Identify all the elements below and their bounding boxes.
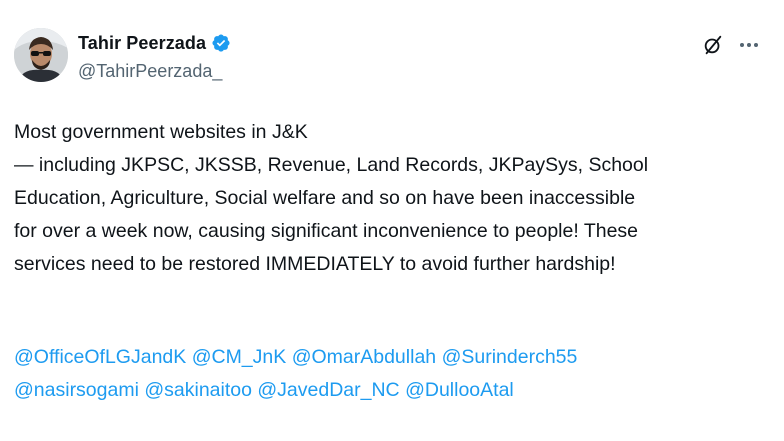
grok-icon[interactable] (702, 34, 724, 56)
mention-link[interactable]: @JavedDar_NC (257, 379, 399, 401)
author-info: Tahir Peerzada @TahirPeerzada_ (78, 31, 231, 82)
author-handle[interactable]: @TahirPeerzada_ (78, 61, 231, 82)
mention-link[interactable]: @nasirsogami (14, 379, 139, 401)
mention-link[interactable]: @DullooAtal (405, 379, 514, 401)
mentions-line-1: @OfficeOfLGJandK @CM_JnK @OmarAbdullah @… (14, 341, 774, 374)
mention-link[interactable]: @OfficeOfLGJandK (14, 346, 186, 368)
more-options-icon[interactable] (738, 34, 760, 56)
tweet-card: Tahir Peerzada @TahirPeerzada_ Most gove… (0, 0, 784, 441)
mention-link[interactable]: @CM_JnK (192, 346, 287, 368)
name-row: Tahir Peerzada (78, 31, 231, 55)
avatar-photo (14, 28, 68, 82)
tweet-body-text: Most government websites in J&K — includ… (14, 121, 649, 275)
author-avatar[interactable] (14, 28, 68, 82)
tweet-mentions: @OfficeOfLGJandK @CM_JnK @OmarAbdullah @… (14, 341, 774, 407)
author-display-name[interactable]: Tahir Peerzada (78, 33, 206, 54)
mention-link[interactable]: @OmarAbdullah (292, 346, 436, 368)
verified-badge-icon (211, 33, 231, 53)
mention-link[interactable]: @Surinderch55 (442, 346, 578, 368)
tweet-top-actions (702, 34, 760, 56)
mention-link[interactable]: @sakinaitoo (144, 379, 252, 401)
mentions-line-2: @nasirsogami @sakinaitoo @JavedDar_NC @D… (14, 374, 774, 407)
